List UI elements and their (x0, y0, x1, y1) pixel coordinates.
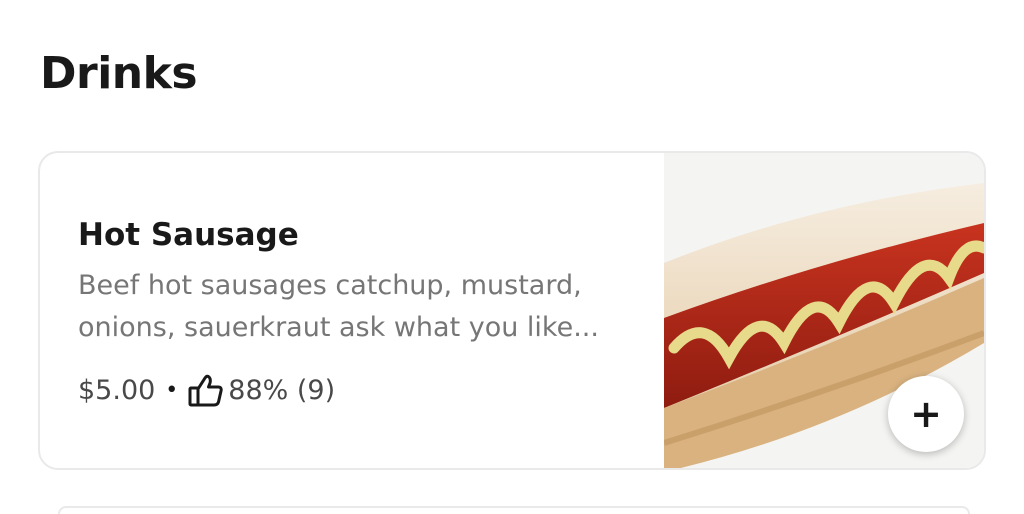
item-rating: 88% (9) (228, 375, 336, 406)
plus-icon: + (910, 392, 942, 436)
add-to-cart-button[interactable]: + (888, 376, 964, 452)
menu-item-card[interactable]: Hot Sausage Beef hot sausages catchup, m… (38, 151, 986, 470)
section-title: Drinks (40, 48, 198, 99)
item-description: Beef hot sausages catchup, mustard, onio… (78, 270, 599, 343)
separator-dot: • (165, 378, 179, 403)
next-card-edge (58, 506, 970, 514)
item-meta: $5.00 • 88% (9) (78, 371, 335, 411)
item-name: Hot Sausage (78, 217, 299, 253)
hot-sausage-image: + (664, 153, 984, 468)
thumbs-up-icon (188, 374, 224, 408)
item-price: $5.00 (78, 375, 156, 406)
